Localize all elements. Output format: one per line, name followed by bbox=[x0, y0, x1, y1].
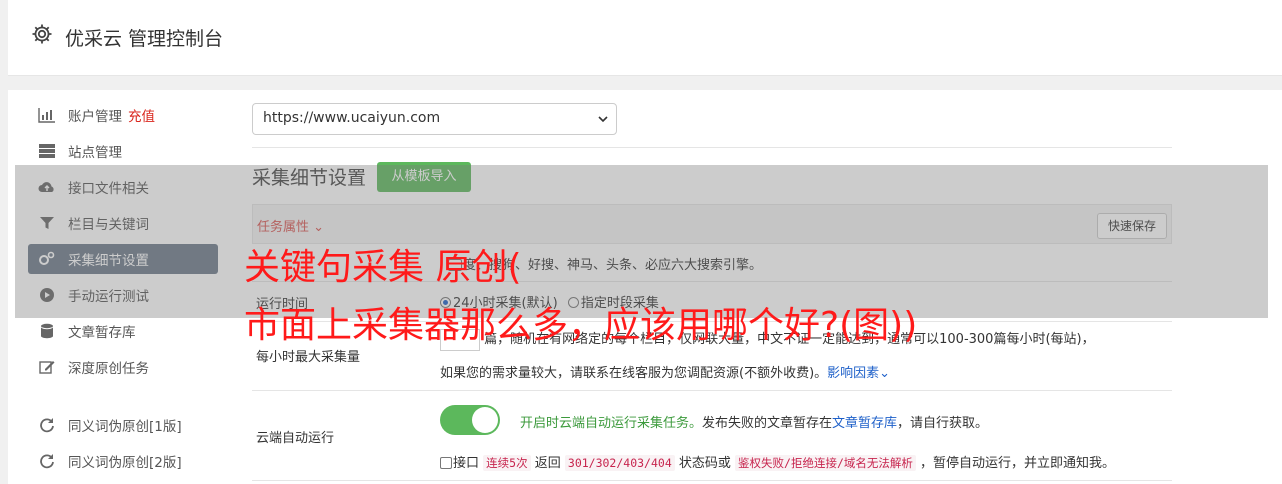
watermark-line-1: 关键句采集 原创( bbox=[244, 247, 522, 288]
site-select-value: https://www.ucaiyun.com bbox=[263, 110, 441, 126]
database-icon bbox=[41, 323, 53, 339]
cloud-autorun-toggle[interactable] bbox=[440, 405, 500, 435]
sidebar-item-label: 文章暂存库 bbox=[68, 325, 136, 341]
sidebar-item-label: 同义词伪原创[2版] bbox=[68, 455, 182, 471]
toggle-knob bbox=[472, 407, 498, 433]
sidebar-item-label: 同义词伪原创[1版] bbox=[68, 419, 182, 435]
article-store-link[interactable]: 文章暂存库 bbox=[832, 416, 897, 431]
sidebar-item-label: 账户管理 bbox=[68, 109, 122, 125]
cloud-autorun-label: 云端自动运行 bbox=[256, 431, 335, 446]
edit-icon bbox=[39, 361, 55, 374]
chevron-down-icon bbox=[598, 116, 608, 123]
recharge-link[interactable]: 充值 bbox=[128, 105, 155, 125]
overlay-band bbox=[15, 165, 1268, 318]
cloud-autorun-desc: 开启时云端自动运行采集任务。发布失败的文章暂存在文章暂存库，请自行获取。 bbox=[520, 416, 989, 431]
site-select[interactable]: https://www.ucaiyun.com bbox=[252, 103, 617, 135]
sidebar-item-sites[interactable]: 站点管理 bbox=[28, 133, 218, 169]
cloud-autorun-row: 云端自动运行 开启时云端自动运行采集任务。发布失败的文章暂存在文章暂存库，请自行… bbox=[252, 391, 1172, 481]
sidebar-item-synonym-v2[interactable]: 同义词伪原创[2版] bbox=[28, 443, 218, 479]
page-title: 优采云 管理控制台 bbox=[65, 28, 224, 50]
sidebar-item-label: 深度原创任务 bbox=[68, 361, 149, 377]
watermark-line-2: 市面上采集器那么多，应该用哪个好?(图)) bbox=[244, 305, 918, 346]
max-per-hour-line2: 如果您的需求量较大，请联系在线客服为您调配资源(不额外收费)。影响因素⌄ bbox=[440, 366, 891, 381]
impact-factors-link[interactable]: 影响因素⌄ bbox=[827, 366, 890, 381]
top-header: 优采云 管理控制台 bbox=[8, 0, 1282, 76]
sidebar-item-account[interactable]: 账户管理 充值 bbox=[28, 97, 218, 133]
server-icon bbox=[39, 144, 55, 158]
sidebar-item-deep-original[interactable]: 深度原创任务 bbox=[28, 349, 218, 385]
sidebar-item-synonym-v1[interactable]: 同义词伪原创[1版] bbox=[28, 407, 218, 443]
interface-failure-checkbox[interactable] bbox=[440, 457, 452, 469]
refresh-icon bbox=[40, 418, 54, 433]
bar-chart-icon bbox=[38, 108, 55, 123]
refresh-icon bbox=[40, 454, 54, 469]
max-per-hour-label: 每小时最大采集量 bbox=[256, 350, 361, 365]
sidebar-item-article-store[interactable]: 文章暂存库 bbox=[28, 313, 218, 349]
sidebar-item-label: 站点管理 bbox=[68, 145, 122, 161]
interface-failure-option: 接口 连续5次 返回 301/302/403/404 状态码或 鉴权失败/拒绝连… bbox=[440, 452, 1115, 471]
gear-icon bbox=[32, 24, 52, 44]
divider bbox=[252, 147, 1172, 148]
